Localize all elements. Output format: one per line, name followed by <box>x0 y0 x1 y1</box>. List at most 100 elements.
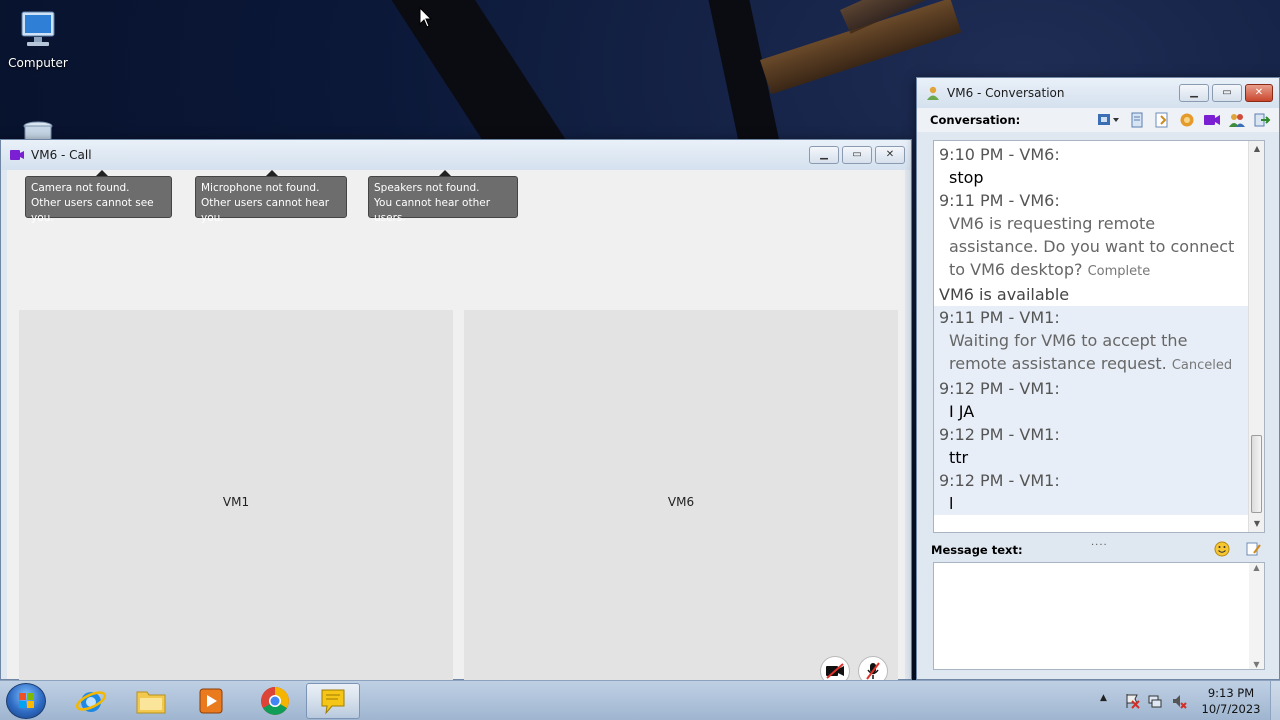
message-header: 9:12 PM - VM1: <box>939 471 1060 490</box>
video-pane-label: VM1 <box>222 494 250 509</box>
clock-date: 10/7/2023 <box>1201 702 1261 716</box>
tooltip-line: Other users cannot hear you. <box>201 197 330 224</box>
messenger-icon <box>321 689 345 715</box>
file-explorer-icon <box>136 691 166 714</box>
whiteboard-icon[interactable] <box>1178 112 1196 128</box>
call-window-titlebar[interactable]: VM6 - Call ▁ ▭ ✕ <box>1 140 911 170</box>
close-button[interactable]: ✕ <box>875 146 905 164</box>
maximize-button[interactable]: ▭ <box>842 146 872 164</box>
desktop-icon-computer[interactable]: Computer <box>0 10 76 70</box>
minimize-button[interactable]: ▁ <box>1179 84 1209 102</box>
history-icon[interactable] <box>1128 112 1146 128</box>
close-icon: ✕ <box>885 149 895 160</box>
send-file-icon[interactable] <box>1153 112 1171 128</box>
message-header: 9:12 PM - VM1: <box>939 425 1060 444</box>
conversation-window-title: VM6 - Conversation <box>947 86 1065 100</box>
scrollbar-thumb[interactable] <box>1251 435 1262 513</box>
volume-muted-icon[interactable] <box>1171 693 1187 709</box>
message-header: 9:10 PM - VM6: <box>939 145 1060 164</box>
tooltip-line: You cannot hear other users. <box>374 197 491 224</box>
recycle-bin-icon <box>23 121 53 140</box>
show-hidden-icons-button[interactable]: ▲ <box>1100 693 1107 703</box>
camera-off-icon <box>826 663 844 679</box>
status-dropdown-icon[interactable] <box>1097 112 1121 128</box>
message-status[interactable]: Complete <box>1088 264 1151 279</box>
user-icon <box>927 86 939 100</box>
microphone-off-icon <box>866 662 880 680</box>
conversation-window: VM6 - Conversation ▁ ▭ ✕ Conversation: 9… <box>916 77 1280 680</box>
close-button[interactable]: ✕ <box>1245 84 1273 102</box>
message-body: stop <box>949 168 984 187</box>
message-header: 9:11 PM - VM6: <box>939 191 1060 210</box>
message-header: 9:12 PM - VM1: <box>939 379 1060 398</box>
message-text-label: Message text: <box>931 543 1023 557</box>
windows-logo-icon <box>19 693 34 708</box>
pane-splitter[interactable]: .... <box>1091 537 1108 548</box>
message-input-scrollbar[interactable]: ▲ ▼ <box>1249 563 1264 669</box>
show-desktop-button[interactable] <box>1270 681 1280 720</box>
conversation-toolbar: Conversation: <box>917 108 1279 132</box>
message-body: VM6 is requesting remote assistance. Do … <box>939 212 1246 283</box>
video-pane-label: VM6 <box>667 494 695 509</box>
minimize-icon: ▁ <box>820 149 828 160</box>
taskbar-app-file-explorer[interactable] <box>124 683 178 719</box>
font-settings-icon[interactable] <box>1245 541 1261 557</box>
video-pane-vm6: VM6 <box>464 310 898 693</box>
video-camera-icon <box>10 150 24 160</box>
message-input[interactable] <box>933 562 1265 670</box>
leave-conversation-icon[interactable] <box>1253 112 1271 128</box>
tooltip-line: Speakers not found. <box>374 182 480 194</box>
chrome-icon <box>261 687 289 715</box>
chevron-up-icon: ▲ <box>1100 693 1107 703</box>
camera-not-found-tooltip: Camera not found. Other users cannot see… <box>25 170 172 224</box>
speakers-not-found-tooltip: Speakers not found. You cannot hear othe… <box>368 170 518 224</box>
taskbar: ▲ 9:13 PM 10/7/2023 <box>0 680 1280 720</box>
minimize-button[interactable]: ▁ <box>809 146 839 164</box>
emoticon-icon[interactable] <box>1214 541 1230 557</box>
desktop-icon-recycle-bin[interactable] <box>0 118 76 140</box>
microphone-not-found-tooltip: Microphone not found. Other users cannot… <box>195 170 347 224</box>
taskbar-app-internet-explorer[interactable] <box>64 683 118 719</box>
start-button[interactable] <box>6 683 46 719</box>
conversation-log: 9:10 PM - VM6: stop 9:11 PM - VM6: VM6 i… <box>933 140 1265 533</box>
invite-contact-icon[interactable] <box>1228 112 1246 128</box>
system-message: VM6 is available <box>939 285 1070 304</box>
message-body-text: Waiting for VM6 to accept the remote ass… <box>949 331 1188 373</box>
tooltip-line: Other users cannot see you. <box>31 197 154 224</box>
conversation-window-titlebar[interactable]: VM6 - Conversation ▁ ▭ ✕ <box>917 78 1279 108</box>
call-window-title: VM6 - Call <box>31 148 92 162</box>
message-body: ttr <box>949 448 969 467</box>
clock[interactable]: 9:13 PM 10/7/2023 <box>1196 685 1266 717</box>
message-body: I JA <box>949 402 975 421</box>
scroll-up-icon[interactable]: ▲ <box>1249 141 1264 157</box>
conversation-label: Conversation: <box>930 113 1021 127</box>
tooltip-line: Camera not found. <box>31 182 130 194</box>
message-body: Waiting for VM6 to accept the remote ass… <box>939 329 1246 377</box>
clock-time: 9:13 PM <box>1207 686 1255 700</box>
tooltip-line: Microphone not found. <box>201 182 320 194</box>
message-body: l <box>949 494 954 513</box>
action-center-icon[interactable] <box>1124 693 1140 709</box>
taskbar-app-media-player[interactable] <box>184 683 238 719</box>
mouse-cursor-icon <box>419 7 433 28</box>
conversation-scrollbar[interactable]: ▲ ▼ <box>1248 141 1264 532</box>
media-player-icon <box>199 688 223 714</box>
scroll-up-icon[interactable]: ▲ <box>1249 563 1264 572</box>
maximize-button[interactable]: ▭ <box>1212 84 1242 102</box>
scroll-down-icon[interactable]: ▼ <box>1249 516 1264 532</box>
message-header: 9:11 PM - VM1: <box>939 308 1060 327</box>
call-window-body: Camera not found. Other users cannot see… <box>7 170 905 693</box>
maximize-icon: ▭ <box>1222 87 1232 98</box>
network-icon[interactable] <box>1147 693 1163 709</box>
maximize-icon: ▭ <box>852 149 862 160</box>
message-status[interactable]: Canceled <box>1172 358 1232 373</box>
video-call-icon[interactable] <box>1203 112 1221 128</box>
computer-icon <box>21 11 55 46</box>
close-icon: ✕ <box>1254 87 1264 98</box>
video-pane-vm1: VM1 <box>19 310 453 693</box>
taskbar-app-messenger[interactable] <box>306 683 360 719</box>
internet-explorer-icon <box>75 691 107 712</box>
minimize-icon: ▁ <box>1190 87 1198 98</box>
scroll-down-icon[interactable]: ▼ <box>1249 660 1264 669</box>
taskbar-app-chrome[interactable] <box>248 683 302 719</box>
